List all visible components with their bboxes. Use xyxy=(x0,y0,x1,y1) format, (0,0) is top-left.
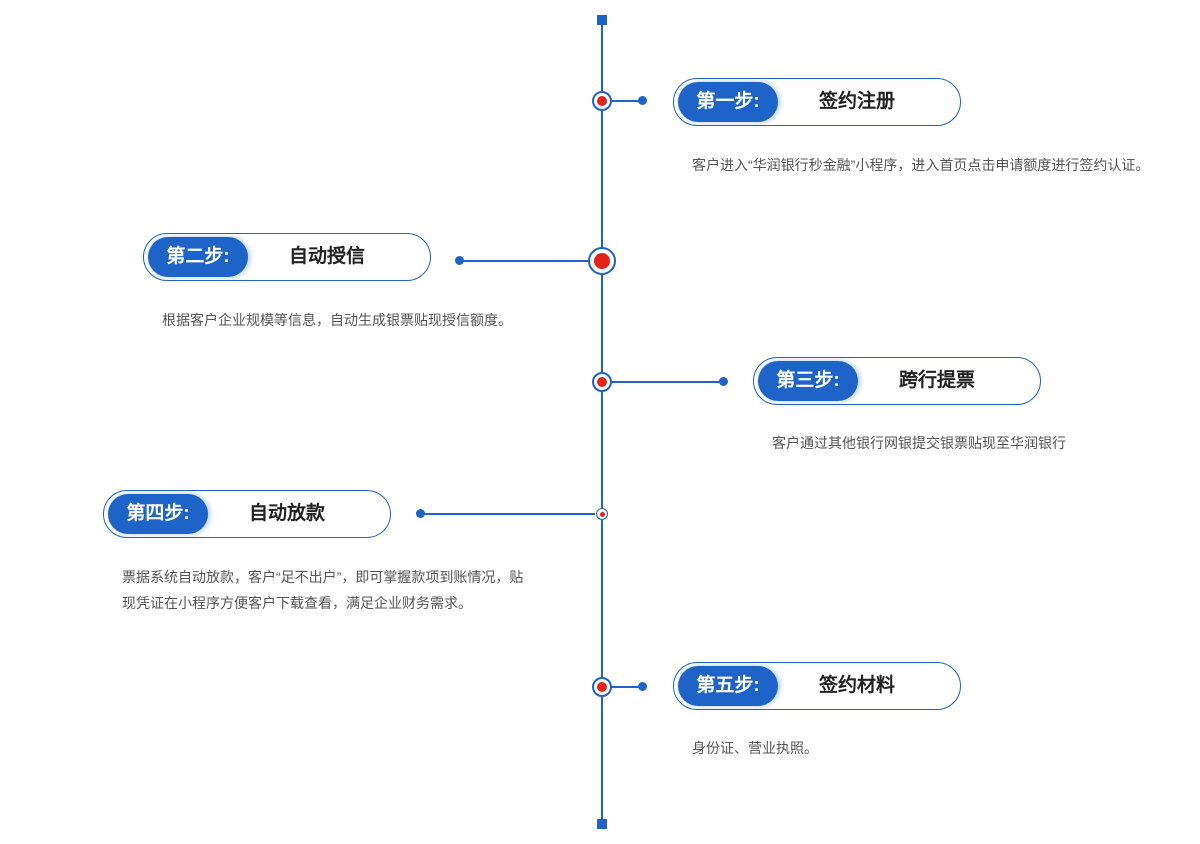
step-3-badge: 第三步: xyxy=(758,361,858,401)
step-4-pill[interactable]: 第四步: 自动放款 xyxy=(103,490,391,538)
axis-bottom-cap xyxy=(597,819,607,829)
step-2-connector-dot xyxy=(455,256,464,265)
step-5-connector-dot xyxy=(638,682,647,691)
step-4-node-core xyxy=(599,511,605,517)
step-4-title: 自动放款 xyxy=(248,503,325,524)
step-1-badge: 第一步: xyxy=(678,82,778,122)
step-2-title: 自动授信 xyxy=(288,246,365,267)
step-5-pill[interactable]: 第五步: 签约材料 xyxy=(673,662,961,710)
step-4-node xyxy=(596,508,608,520)
step-4-desc-line-1: 票据系统自动放款，客户“足不出户”，即可掌握款项到账情况，贴 xyxy=(122,569,524,585)
step-5-node-core xyxy=(597,682,607,692)
step-2-node xyxy=(588,247,616,275)
step-3-pill[interactable]: 第三步: 跨行提票 xyxy=(753,357,1041,405)
step-1-title: 签约注册 xyxy=(818,91,895,112)
step-3-node-core xyxy=(597,377,607,387)
step-5-description: 身份证、营业执照。 xyxy=(692,735,1092,761)
step-1-connector-dot xyxy=(638,96,647,105)
step-5-desc-line: 身份证、营业执照。 xyxy=(692,740,818,756)
step-3-desc-line: 客户通过其他银行网银提交银票贴现至华润银行 xyxy=(772,435,1066,451)
step-4-description: 票据系统自动放款，客户“足不出户”，即可掌握款项到账情况，贴 现凭证在小程序方便… xyxy=(122,564,562,616)
step-1-pill[interactable]: 第一步: 签约注册 xyxy=(673,78,961,126)
step-4-badge: 第四步: xyxy=(108,494,208,534)
step-5-badge: 第五步: xyxy=(678,666,778,706)
step-2-badge: 第二步: xyxy=(148,237,248,277)
step-4-desc-line-2: 现凭证在小程序方便客户下载查看，满足企业财务需求。 xyxy=(122,595,472,611)
step-3-node xyxy=(592,372,612,392)
step-2-desc-line: 根据客户企业规模等信息，自动生成银票贴现授信额度。 xyxy=(162,312,512,328)
step-3-description: 客户通过其他银行网银提交银票贴现至华润银行 xyxy=(772,430,1182,456)
step-1-description: 客户进入“华润银行秒金融”小程序，进入首页点击申请额度进行签约认证。 xyxy=(692,152,1182,178)
step-5-title: 签约材料 xyxy=(818,675,895,696)
step-1-node-core xyxy=(597,96,607,106)
step-3-title: 跨行提票 xyxy=(898,370,975,391)
step-2-pill[interactable]: 第二步: 自动授信 xyxy=(143,233,431,281)
axis-top-cap xyxy=(597,15,607,25)
step-5-node xyxy=(592,677,612,697)
step-1-node xyxy=(592,91,612,111)
step-3-connector-dot xyxy=(719,377,728,386)
step-2-description: 根据客户企业规模等信息，自动生成银票贴现授信额度。 xyxy=(162,307,582,333)
step-2-node-core xyxy=(594,253,610,269)
step-2-connector xyxy=(460,260,594,262)
step-4-connector xyxy=(421,513,595,515)
step-3-connector xyxy=(610,381,724,383)
timeline-axis xyxy=(601,19,603,824)
step-1-desc-line: 客户进入“华润银行秒金融”小程序，进入首页点击申请额度进行签约认证。 xyxy=(692,157,1150,173)
step-4-connector-dot xyxy=(416,509,425,518)
